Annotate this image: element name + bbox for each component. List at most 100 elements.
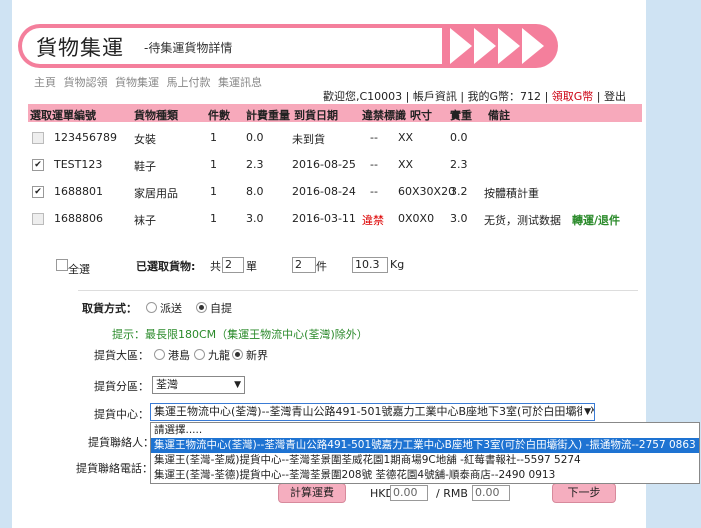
- calc-shipping-button[interactable]: 計算運費: [278, 483, 346, 503]
- chevron-icon: [498, 28, 520, 64]
- district-label: 提貨分區：: [94, 380, 149, 393]
- table-row: ✔ 1688801 家居用品 1 8.0 2016-08-24 -- 60X30…: [28, 185, 642, 211]
- selected-label: 已選取貨物:: [136, 260, 196, 273]
- row-checkbox[interactable]: ✔: [32, 186, 44, 198]
- contact-label: 提貨聯絡人：: [88, 436, 154, 449]
- page-title: 貨物集運: [36, 36, 124, 60]
- dropdown-option[interactable]: 集運王(荃灣-荃德)提貨中心--荃灣荃景圍208號 荃德花園4號舖-順泰商店--…: [151, 468, 699, 483]
- cell-size: 0X0X0: [398, 212, 435, 225]
- rmb-value: 0.00: [472, 485, 510, 501]
- cell-id: 123456789: [54, 131, 117, 144]
- radio-icon[interactable]: [154, 349, 165, 360]
- selected-orders-count: 2: [222, 257, 244, 273]
- nav-consolidate[interactable]: 貨物集運: [115, 76, 159, 89]
- row-checkbox[interactable]: [32, 132, 44, 144]
- cell-flag: --: [370, 131, 378, 144]
- district-select[interactable]: 荃灣 ▼: [152, 376, 245, 394]
- table-header: 選取運單編號 貨物種類 件數 計費重量 到貨日期 違禁標識 呎寸 實重 備註: [28, 104, 642, 122]
- cell-qty: 1: [210, 131, 217, 144]
- cell-note: 按體積計重: [484, 187, 539, 200]
- cell-real: 3.2: [450, 185, 468, 198]
- region-nt[interactable]: 新界: [232, 347, 268, 363]
- total-prefix: 共: [210, 260, 221, 273]
- chevron-icon: [450, 28, 472, 64]
- cell-date: 2016-03-11: [292, 212, 356, 225]
- nav-pay[interactable]: 馬上付款: [167, 76, 211, 89]
- radio-selected-icon[interactable]: [232, 349, 243, 360]
- cell-date: 未到貨: [292, 133, 325, 146]
- select-all-label: 全選: [68, 263, 90, 276]
- logout-link[interactable]: 登出: [604, 90, 626, 103]
- center-label: 提貨中心：: [94, 408, 149, 421]
- radio-selected-icon[interactable]: [196, 302, 207, 313]
- cell-id: 1688806: [54, 212, 103, 225]
- dropdown-arrow-icon: ▼: [234, 380, 241, 390]
- nav-claim[interactable]: 貨物認領: [64, 76, 108, 89]
- welcome-text: 歡迎您,C10003: [322, 90, 403, 103]
- nav-messages[interactable]: 集運訊息: [218, 76, 262, 89]
- table-row: 123456789 女裝 1 0.0 未到貨 -- XX 0.0: [28, 131, 642, 157]
- col-id: 選取運單編號: [30, 109, 96, 122]
- center-dropdown-list: 請選擇..... 集運王物流中心(荃灣)--荃灣青山公路491-501號嘉力工業…: [150, 422, 700, 484]
- region-kowloon[interactable]: 九龍: [194, 347, 230, 363]
- table-row: ✔ TEST123 鞋子 1 2.3 2016-08-25 -- XX 2.3: [28, 158, 642, 184]
- phone-label: 提貨聯絡電話：: [76, 462, 153, 475]
- dropdown-option[interactable]: 集運王(荃灣-荃威)提貨中心--荃灣荃景圍荃威花園1期商場9C地舖 -紅莓書報社…: [151, 453, 699, 468]
- cell-qty: 1: [210, 212, 217, 225]
- cell-type: 鞋子: [134, 160, 156, 173]
- self-pickup-label: 自提: [210, 302, 232, 315]
- page-banner: 貨物集運 -待集運貨物詳情: [18, 24, 558, 68]
- cell-note: 无货，测试数据: [484, 214, 561, 227]
- cell-real: 2.3: [450, 158, 468, 171]
- hkd-value: 0.00: [390, 485, 428, 501]
- col-size: 呎寸: [410, 109, 432, 122]
- next-step-button[interactable]: 下一步: [552, 483, 616, 503]
- center-select[interactable]: 集運王物流中心(荃灣)--荃灣青山公路491-501號嘉力工業中心B座地下3室(…: [150, 403, 595, 421]
- radio-icon[interactable]: [194, 349, 205, 360]
- cell-date: 2016-08-24: [292, 185, 356, 198]
- left-margin: [0, 0, 12, 528]
- col-real: 實重: [450, 109, 472, 122]
- dropdown-option[interactable]: 請選擇.....: [151, 423, 699, 438]
- cell-flag: --: [370, 185, 378, 198]
- col-weight: 計費重量: [246, 109, 290, 122]
- orders-unit: 單: [246, 260, 257, 273]
- nav-home[interactable]: 主頁: [34, 76, 56, 89]
- cell-flag: --: [370, 158, 378, 171]
- col-flag: 違禁標識: [362, 109, 406, 122]
- user-bar: 歡迎您,C10003 | 帳戶資訊 | 我的G幣：712 | 領取G幣 | 登出: [322, 90, 626, 103]
- cell-real: 3.0: [450, 212, 468, 225]
- rmb-label: / RMB: [436, 487, 468, 500]
- col-note: 備註: [488, 109, 510, 122]
- cell-type: 袜子: [134, 214, 156, 227]
- row-checkbox[interactable]: [32, 213, 44, 225]
- district-value: 荃灣: [156, 378, 178, 391]
- col-date: 到貨日期: [294, 109, 338, 122]
- cell-weight: 8.0: [246, 185, 264, 198]
- pickup-method-self[interactable]: 自提: [196, 300, 232, 316]
- cell-qty: 1: [210, 158, 217, 171]
- col-type: 貨物種類: [134, 109, 178, 122]
- pieces-unit: 件: [316, 260, 327, 273]
- cell-qty: 1: [210, 185, 217, 198]
- cell-weight: 0.0: [246, 131, 264, 144]
- cell-size: XX: [398, 131, 414, 144]
- cell-id: 1688801: [54, 185, 103, 198]
- account-link[interactable]: 帳戶資訊: [413, 90, 457, 103]
- weight-unit: Kg: [390, 258, 405, 271]
- claim-gcoin-link[interactable]: 領取G幣: [552, 90, 594, 103]
- delivery-label: 派送: [160, 302, 182, 315]
- region-hk-island[interactable]: 港島: [154, 347, 190, 363]
- transfer-return-link[interactable]: 轉運/退件: [572, 212, 620, 228]
- cell-size: XX: [398, 158, 414, 171]
- chevron-icon: [474, 28, 496, 64]
- chevron-icon: [522, 28, 544, 64]
- pickup-hint: 提示：最長限180CM（集運王物流中心(荃灣)除外）: [112, 328, 368, 341]
- select-all-checkbox[interactable]: [56, 259, 68, 271]
- row-checkbox[interactable]: ✔: [32, 159, 44, 171]
- radio-icon[interactable]: [146, 302, 157, 313]
- region-label: 提貨大區：: [94, 349, 149, 362]
- pickup-method-delivery[interactable]: 派送: [146, 300, 182, 316]
- dropdown-option-selected[interactable]: 集運王物流中心(荃灣)--荃灣青山公路491-501號嘉力工業中心B座地下3室(…: [151, 438, 699, 453]
- cell-weight: 3.0: [246, 212, 264, 225]
